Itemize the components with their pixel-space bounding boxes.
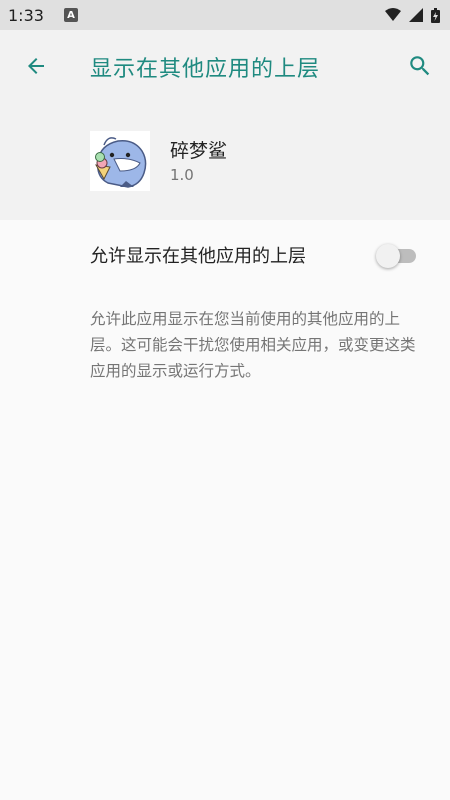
search-button[interactable] (396, 42, 444, 90)
search-icon (410, 56, 430, 76)
overlay-permission-toggle[interactable] (376, 244, 416, 268)
status-bar: 1:33 A (0, 0, 450, 30)
permission-description: 允许此应用显示在您当前使用的其他应用的上层。这可能会干扰您使用相关应用，或变更这… (90, 310, 416, 380)
signal-icon (409, 8, 423, 22)
app-header: 碎梦鲨 1.0 (0, 102, 450, 220)
overlay-permission-row[interactable]: 允许显示在其他应用的上层 (0, 220, 450, 292)
notification-icon: A (63, 8, 78, 22)
app-version: 1.0 (170, 166, 194, 184)
page-title: 显示在其他应用的上层 (90, 57, 321, 82)
arrow-back-icon (28, 58, 44, 74)
status-time: 1:33 (8, 5, 44, 25)
status-icons (385, 7, 440, 23)
app-icon (90, 131, 150, 191)
wifi-icon (385, 8, 401, 21)
setting-label: 允许显示在其他应用的上层 (90, 246, 306, 267)
app-bar: 显示在其他应用的上层 (0, 30, 450, 102)
battery-icon (431, 7, 440, 23)
back-button[interactable] (8, 38, 64, 94)
toggle-thumb (376, 244, 400, 268)
shark-app-icon (95, 137, 147, 188)
app-name: 碎梦鲨 (170, 140, 228, 162)
